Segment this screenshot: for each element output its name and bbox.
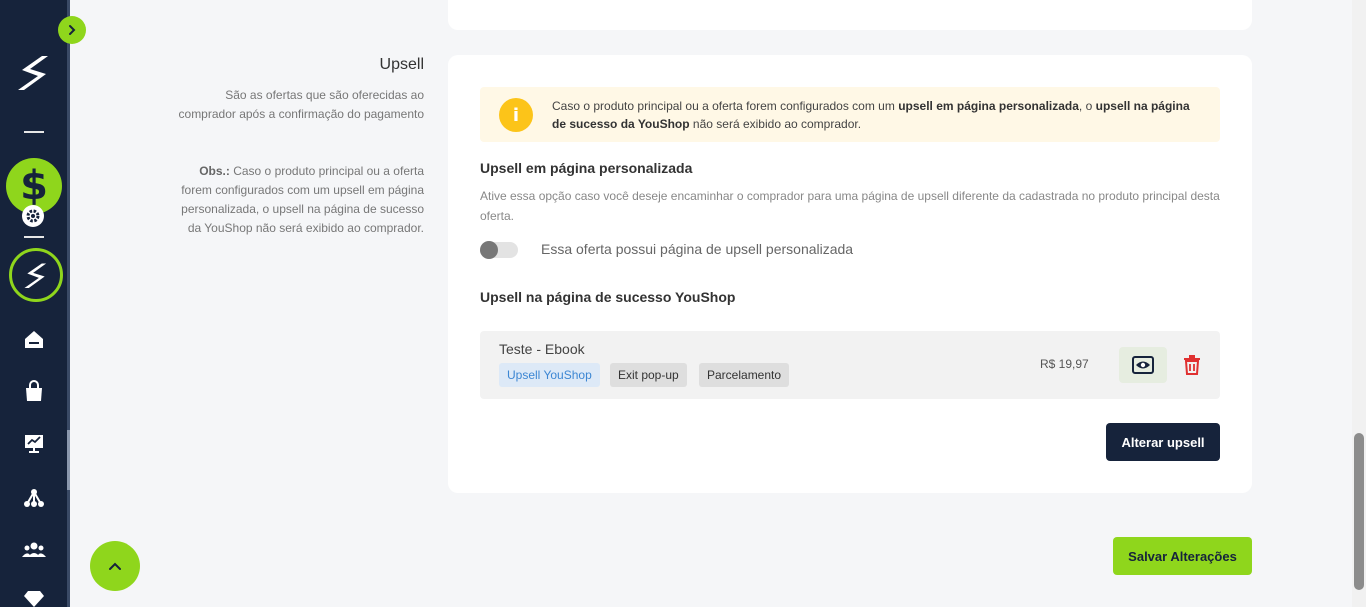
account-logo[interactable] <box>9 248 63 302</box>
expand-sidebar-button[interactable] <box>58 16 86 44</box>
upsell-warning-alert: i Caso o produto principal ou a oferta f… <box>480 87 1220 142</box>
brand-logo[interactable] <box>16 52 52 92</box>
custom-upsell-toggle[interactable] <box>480 241 518 259</box>
sidebar-divider <box>24 131 44 133</box>
page-scrollbar-thumb[interactable] <box>1354 433 1364 590</box>
gear-icon[interactable] <box>22 205 44 227</box>
shopping-bag-icon[interactable] <box>21 378 47 404</box>
alter-upsell-button[interactable]: Alterar upsell <box>1106 423 1220 461</box>
scroll-to-top-button[interactable] <box>90 541 140 591</box>
diamond-icon[interactable] <box>21 585 47 607</box>
dollar-icon: $ <box>20 163 48 209</box>
upsell-offer-row: Teste - Ebook Upsell YouShop Exit pop-up… <box>480 331 1220 399</box>
toggle-knob <box>480 241 498 259</box>
info-icon: i <box>499 98 533 132</box>
delete-offer-button[interactable] <box>1180 351 1204 379</box>
dashboard-chart-icon[interactable] <box>21 430 47 456</box>
custom-upsell-help: Ative essa opção caso você deseje encami… <box>480 189 1220 223</box>
sidebar-scrollbar[interactable] <box>67 0 70 607</box>
affiliates-network-icon[interactable] <box>21 485 47 511</box>
logo-icon <box>24 263 47 288</box>
chevron-right-icon <box>69 25 76 35</box>
logo-icon <box>18 56 48 90</box>
save-changes-button[interactable]: Salvar Alterações <box>1113 537 1252 575</box>
tag-exit-popup: Exit pop-up <box>610 363 687 387</box>
offer-name: Teste - Ebook <box>499 341 585 357</box>
custom-upsell-heading: Upsell em página personalizada <box>480 160 693 176</box>
alert-text: Caso o produto principal ou a oferta for… <box>552 99 1190 131</box>
eye-icon <box>1132 356 1154 374</box>
upsell-section-description: São as ofertas que são oferecidas ao com… <box>178 88 424 121</box>
upsell-section-title: Upsell <box>379 56 424 73</box>
success-upsell-heading: Upsell na página de sucesso YouShop <box>480 289 736 305</box>
home-icon[interactable] <box>21 326 47 352</box>
tag-parcelamento: Parcelamento <box>699 363 790 387</box>
upsell-section-obs: Obs.: Caso o produto principal ou a ofer… <box>170 162 424 238</box>
chevron-up-icon <box>109 562 121 570</box>
sidebar-divider <box>24 236 44 238</box>
sidebar-scrollbar-thumb[interactable] <box>67 430 70 490</box>
view-offer-button[interactable] <box>1119 347 1167 383</box>
obs-label: Obs.: <box>199 164 230 178</box>
previous-section-card <box>448 0 1252 30</box>
tag-upsell-youshop: Upsell YouShop <box>499 363 600 387</box>
offer-price: R$ 19,97 <box>1040 357 1089 371</box>
users-group-icon[interactable] <box>21 537 47 563</box>
custom-upsell-toggle-label[interactable]: Essa oferta possui página de upsell pers… <box>541 241 853 257</box>
trash-icon <box>1184 355 1200 375</box>
